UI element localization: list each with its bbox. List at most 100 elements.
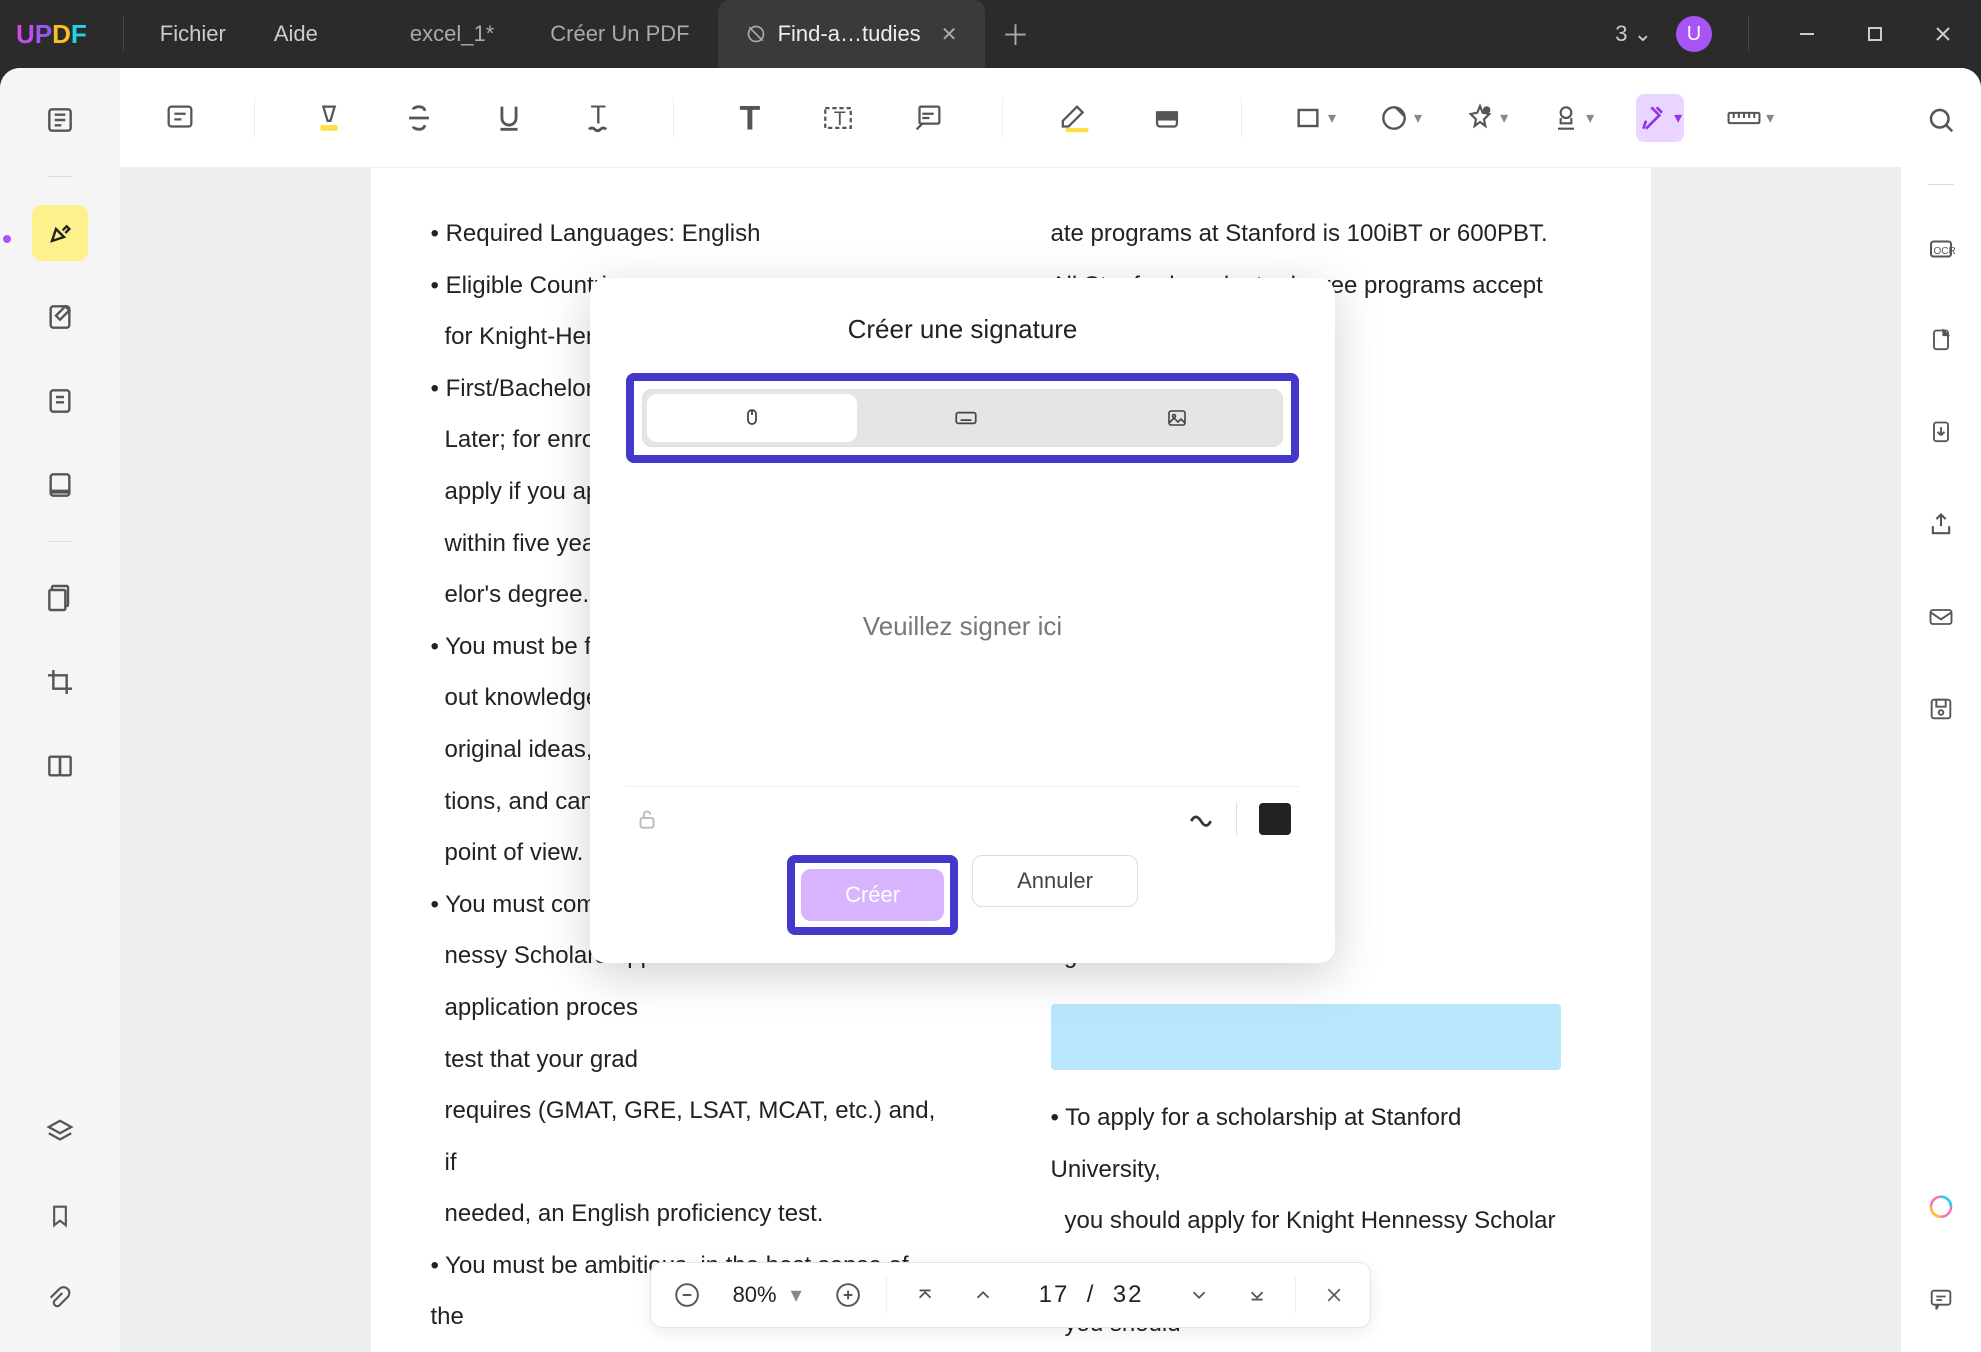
cancel-button[interactable]: Annuler xyxy=(972,855,1138,907)
textbox-button[interactable]: T xyxy=(814,94,862,142)
pencil-button[interactable] xyxy=(1053,94,1101,142)
lock-icon xyxy=(634,806,660,832)
zoom-out-button[interactable] xyxy=(667,1275,707,1315)
save-button[interactable] xyxy=(1913,681,1969,737)
search-button[interactable] xyxy=(1913,92,1969,148)
separator xyxy=(1241,98,1242,138)
page-crop-button[interactable] xyxy=(1913,313,1969,369)
close-icon[interactable]: ✕ xyxy=(941,22,958,47)
signature-mode-tabs xyxy=(642,389,1283,447)
layers-button[interactable] xyxy=(32,1104,88,1160)
divider xyxy=(1748,16,1749,52)
image-tab[interactable] xyxy=(1072,390,1282,446)
mail-button[interactable] xyxy=(1913,589,1969,645)
tab-create[interactable]: Créer Un PDF xyxy=(522,0,717,68)
minimize-button[interactable] xyxy=(1785,12,1829,56)
ocr-button[interactable]: OCR xyxy=(1913,221,1969,277)
menu-file[interactable]: Fichier xyxy=(160,21,226,47)
highlight-mode-button[interactable] xyxy=(32,205,88,261)
underline-button[interactable] xyxy=(485,94,533,142)
chevron-down-icon: ⌄ xyxy=(1634,21,1652,46)
shape-rect-button[interactable]: ▾ xyxy=(1292,102,1336,134)
callout-button[interactable] xyxy=(904,94,952,142)
pin-indicator xyxy=(0,232,14,246)
last-page-button[interactable] xyxy=(1237,1275,1277,1315)
annotate-toolbar: T T T ▾ ▾ ▾ ▾ ▾ ▾ xyxy=(120,68,1901,168)
signature-dialog: Créer une signature Veuillez signer ici … xyxy=(590,278,1335,963)
crop-button[interactable] xyxy=(32,654,88,710)
logo: UPDF xyxy=(16,19,87,50)
share-button[interactable] xyxy=(1913,497,1969,553)
page-indicator[interactable]: 17 / 32 xyxy=(1021,1281,1162,1309)
stamp-icon-button[interactable]: ▾ xyxy=(1550,102,1594,134)
search-icon xyxy=(1926,105,1956,135)
eraser-button[interactable] xyxy=(1143,94,1191,142)
highlight-button[interactable] xyxy=(305,94,353,142)
text-button[interactable]: T xyxy=(724,94,772,142)
bookmark-button[interactable] xyxy=(32,1188,88,1244)
measure-button[interactable]: ▾ xyxy=(1726,102,1774,134)
highlight-box xyxy=(626,373,1299,463)
tab-find[interactable]: Find-a…tudies ✕ xyxy=(718,0,986,68)
separator xyxy=(1002,98,1003,138)
separator xyxy=(1236,803,1237,835)
separator xyxy=(1295,1277,1296,1313)
edit-button[interactable] xyxy=(32,457,88,513)
strikethrough-button[interactable] xyxy=(395,94,443,142)
svg-text:OCR: OCR xyxy=(1934,246,1956,257)
sticky-note-button[interactable] xyxy=(156,94,204,142)
outline-button[interactable] xyxy=(32,373,88,429)
create-button[interactable]: Créer xyxy=(801,869,944,921)
wave-icon xyxy=(1188,809,1214,829)
tab-bar: excel_1* Créer Un PDF Find-a…tudies ✕ ＋ xyxy=(382,0,1615,68)
stroke-style-button[interactable] xyxy=(1188,809,1214,829)
compare-button[interactable] xyxy=(32,738,88,794)
ai-tool-button[interactable] xyxy=(1913,1180,1969,1236)
close-zoom-button[interactable] xyxy=(1314,1275,1354,1315)
left-sidebar xyxy=(0,68,120,1352)
color-picker[interactable] xyxy=(1259,803,1291,835)
highlight-box: Créer xyxy=(787,855,958,935)
export-button[interactable] xyxy=(1913,405,1969,461)
separator xyxy=(47,176,73,177)
prev-page-button[interactable] xyxy=(963,1275,1003,1315)
image-icon xyxy=(1165,406,1189,430)
comments-button[interactable] xyxy=(1913,1272,1969,1328)
mouse-icon xyxy=(740,406,764,430)
separator xyxy=(47,541,73,542)
page-tools-button[interactable] xyxy=(32,570,88,626)
maximize-button[interactable] xyxy=(1853,12,1897,56)
signature-button[interactable]: ▾ xyxy=(1636,94,1684,142)
next-page-button[interactable] xyxy=(1179,1275,1219,1315)
annotate-button[interactable] xyxy=(32,289,88,345)
open-count[interactable]: 3 ⌄ xyxy=(1615,21,1652,47)
shape-circle-button[interactable]: ▾ xyxy=(1378,102,1422,134)
divider xyxy=(123,16,124,52)
add-tab-button[interactable]: ＋ xyxy=(1001,14,1029,54)
tab-excel[interactable]: excel_1* xyxy=(382,0,522,68)
right-sidebar: OCR xyxy=(1901,68,1981,1352)
menu-help[interactable]: Aide xyxy=(274,21,318,47)
zoom-bar: 80%▾ 17 / 32 xyxy=(650,1262,1372,1328)
avatar[interactable]: U xyxy=(1676,16,1712,52)
signature-canvas[interactable]: Veuillez signer ici xyxy=(626,467,1299,787)
separator xyxy=(886,1277,887,1313)
reader-mode-button[interactable] xyxy=(32,92,88,148)
zoom-in-button[interactable] xyxy=(828,1275,868,1315)
stamp-button[interactable]: ▾ xyxy=(1464,102,1508,134)
lock-toggle[interactable] xyxy=(634,806,660,832)
lock-icon xyxy=(746,24,766,44)
dialog-title: Créer une signature xyxy=(626,314,1299,345)
draw-tab[interactable] xyxy=(647,394,857,442)
type-tab[interactable] xyxy=(861,390,1071,446)
first-page-button[interactable] xyxy=(905,1275,945,1315)
squiggly-button[interactable]: T xyxy=(575,94,623,142)
svg-text:T: T xyxy=(834,108,846,130)
svg-text:T: T xyxy=(740,101,761,135)
attachment-button[interactable] xyxy=(32,1272,88,1328)
zoom-level[interactable]: 80%▾ xyxy=(725,1282,810,1308)
separator xyxy=(254,98,255,138)
separator xyxy=(1928,184,1954,185)
section-heading-band xyxy=(1051,1004,1561,1070)
close-button[interactable] xyxy=(1921,12,1965,56)
